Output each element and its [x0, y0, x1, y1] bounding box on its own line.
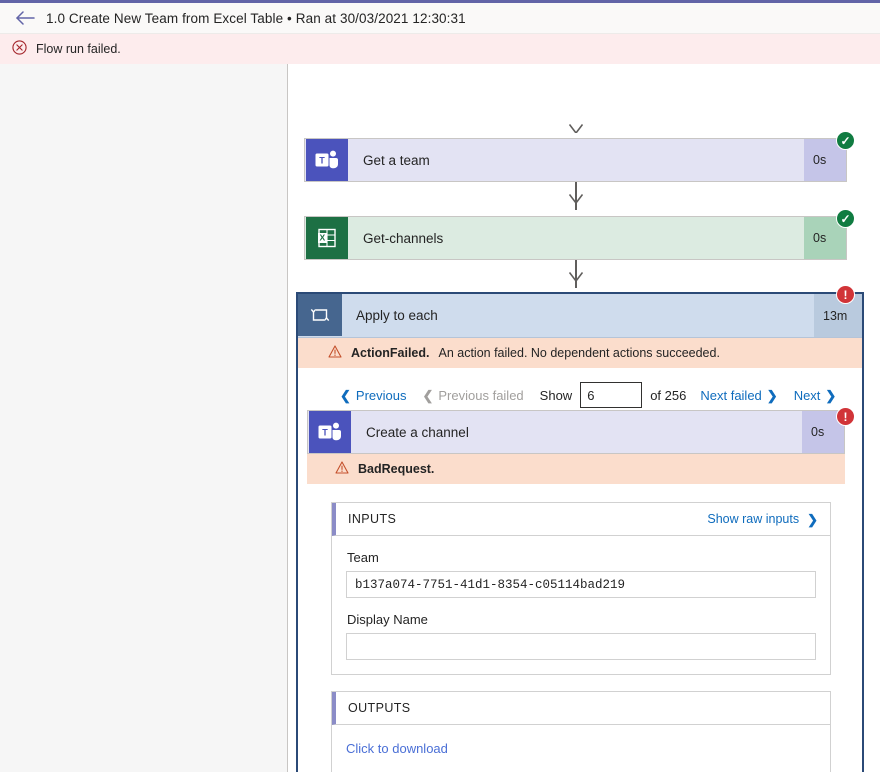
- show-raw-inputs-label: Show raw inputs: [707, 512, 800, 526]
- exclamation-icon: !: [843, 287, 848, 302]
- previous-failed-button[interactable]: ❮ Previous failed: [422, 388, 523, 403]
- action-card-get-channels[interactable]: X Get-channels 0s: [304, 216, 847, 260]
- previous-label: Previous: [355, 387, 407, 403]
- iteration-total-label: of 256: [650, 387, 687, 403]
- status-badge-succeeded: ✓: [836, 131, 855, 150]
- team-field-label: Team: [347, 550, 379, 565]
- exclamation-icon: !: [843, 409, 848, 424]
- inputs-panel-body: Team b137a074-7751-41d1-8354-c05114bad21…: [332, 536, 830, 674]
- action-icon-slot: T: [305, 139, 349, 181]
- check-icon: ✓: [840, 133, 851, 148]
- scope-header[interactable]: Apply to each 13m: [298, 294, 862, 338]
- microsoft-excel-icon: X: [306, 217, 348, 259]
- inputs-panel-header: INPUTS Show raw inputs ❯: [332, 503, 830, 536]
- flow-failed-message: Flow run failed.: [36, 42, 121, 56]
- show-raw-inputs-button[interactable]: Show raw inputs ❯: [707, 512, 818, 526]
- scope-apply-to-each[interactable]: Apply to each 13m ActionFailed. An actio…: [296, 292, 864, 772]
- chevron-left-icon: ❮: [422, 387, 434, 403]
- status-badge-failed-scope: !: [836, 285, 855, 304]
- previous-button[interactable]: ❮ Previous: [340, 388, 406, 403]
- page-title: 1.0 Create New Team from Excel Table • R…: [46, 10, 466, 26]
- next-failed-button[interactable]: Next failed ❯: [700, 388, 777, 403]
- show-label: Show: [539, 387, 573, 403]
- action-icon-slot: T: [308, 411, 352, 453]
- action-title: Create a channel: [366, 424, 469, 440]
- next-button[interactable]: Next ❯: [794, 388, 837, 403]
- microsoft-teams-icon: T: [306, 139, 348, 181]
- microsoft-teams-icon: T: [309, 411, 351, 453]
- inputs-header-label: INPUTS: [348, 512, 397, 526]
- status-badge-failed-child: !: [836, 407, 855, 426]
- scope-error-code: ActionFailed.: [351, 346, 430, 360]
- action-card-create-a-channel[interactable]: T Create a channel 0s: [307, 410, 845, 454]
- loop-repeat-icon: [298, 294, 342, 336]
- child-error-strip: BadRequest.: [307, 454, 845, 484]
- check-icon: ✓: [840, 211, 851, 226]
- outputs-panel-header: OUTPUTS: [332, 692, 830, 725]
- svg-text:T: T: [322, 428, 328, 438]
- connector-arrow-top: [569, 124, 583, 133]
- chevron-left-icon: ❮: [340, 387, 351, 403]
- flow-run-stage: T Get a team 0s ✓ X Get-channels 0s ✓ Ap…: [0, 64, 880, 772]
- chevron-right-icon: ❯: [807, 511, 818, 527]
- titlebar: 1.0 Create New Team from Excel Table • R…: [0, 3, 880, 34]
- chevron-right-icon: ❯: [766, 387, 778, 403]
- flow-failed-banner: Flow run failed.: [0, 34, 880, 64]
- svg-text:X: X: [319, 233, 325, 243]
- outputs-panel: OUTPUTS Click to download: [331, 691, 831, 772]
- child-error-code: BadRequest.: [358, 462, 435, 476]
- action-title: Get a team: [363, 152, 430, 168]
- outputs-header-label: OUTPUTS: [348, 701, 411, 715]
- previous-failed-label: Previous failed: [438, 387, 524, 403]
- nested-action-region: T Create a channel 0s BadRequest. INPUTS…: [307, 410, 855, 772]
- status-badge-succeeded: ✓: [836, 209, 855, 228]
- click-to-download-link[interactable]: Click to download: [346, 741, 448, 756]
- scope-error-text: An action failed. No dependent actions s…: [438, 346, 720, 360]
- action-title: Get-channels: [363, 230, 444, 246]
- action-icon-slot: X: [305, 217, 349, 259]
- next-failed-label: Next failed: [700, 387, 762, 403]
- warning-triangle-icon: [335, 461, 349, 477]
- back-arrow-icon[interactable]: [12, 5, 38, 31]
- warning-triangle-icon: [328, 345, 342, 361]
- display-name-field-label: Display Name: [347, 612, 428, 627]
- next-label: Next: [793, 387, 821, 403]
- scope-error-strip: ActionFailed. An action failed. No depen…: [298, 338, 862, 368]
- svg-text:T: T: [319, 156, 325, 166]
- scope-title: Apply to each: [356, 308, 438, 323]
- iteration-index-input[interactable]: [580, 382, 643, 408]
- team-field-value[interactable]: b137a074-7751-41d1-8354-c05114bad219: [346, 571, 816, 598]
- connector-arrow-2: [569, 272, 583, 281]
- connector-arrow-1: [569, 194, 583, 203]
- error-circle-icon: [12, 40, 27, 58]
- chevron-right-icon: ❯: [825, 387, 837, 403]
- outputs-panel-wrap: OUTPUTS Click to download: [307, 675, 855, 772]
- outputs-panel-body: Click to download: [332, 725, 830, 772]
- action-card-get-a-team[interactable]: T Get a team 0s: [304, 138, 847, 182]
- inputs-panel-wrap: INPUTS Show raw inputs ❯ Team b137a074-7…: [307, 484, 855, 675]
- inputs-panel: INPUTS Show raw inputs ❯ Team b137a074-7…: [331, 502, 831, 675]
- display-name-field-value[interactable]: [346, 633, 816, 660]
